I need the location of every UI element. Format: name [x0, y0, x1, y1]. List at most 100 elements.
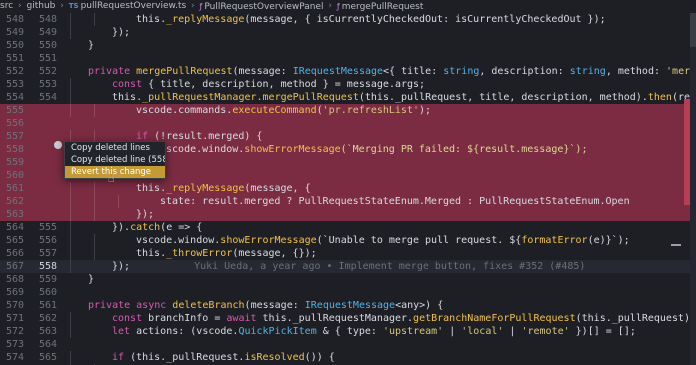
code-text: vscode.window.showErrorMessage(`Merging … [160, 143, 587, 156]
code-token: const [112, 313, 149, 324]
code-token: if [112, 352, 131, 363]
breadcrumb-github[interactable]: github [27, 0, 56, 13]
code-token: vscode.commands. [136, 105, 233, 116]
code-line[interactable]: 550 550} [0, 39, 696, 52]
vertical-scrollbar[interactable] [690, 13, 696, 365]
code-line[interactable]: 565 556 vscode.window.showErrorMessage(`Un… [0, 234, 696, 247]
code-token: (this._pullRequest. [130, 352, 245, 363]
copy-deleted-lines-item[interactable]: Copy deleted lines [65, 142, 165, 154]
breadcrumb-method[interactable]: ƒ mergePullRequest [337, 0, 423, 13]
line-number-new: 558 [38, 261, 57, 272]
indent-guide [70, 247, 71, 260]
indent-guide [70, 78, 71, 91]
code-editor[interactable]: 548 548 this._replyMessage(message, { isCu… [0, 13, 696, 365]
code-line[interactable]: 549 549}); [0, 26, 696, 39]
code-line[interactable]: 564 555}).catch(e => { [0, 221, 696, 234]
code-token: }); [136, 209, 155, 220]
code-line[interactable]: 548 548 this._replyMessage(message, { isCu… [0, 13, 696, 26]
line-number-new: 550 [38, 40, 57, 51]
code-text: this._replyMessage(message, { isCurrentl… [136, 13, 606, 26]
line-number-old: 552 [5, 66, 24, 77]
code-text: }).catch(e => { [112, 221, 202, 234]
code-line[interactable]: 567 558}); Yuki Ueda, a year ago • Impleme… [0, 260, 696, 273]
code-line[interactable]: 566 557 this._throwError(message, {}); [0, 247, 696, 260]
line-number-new: 564 [38, 339, 57, 350]
line-number-new: 557 [38, 248, 57, 259]
code-token: _replyMessage [166, 183, 245, 194]
indent-guide [70, 260, 71, 273]
code-token: IRequestMessage [304, 300, 396, 311]
lightbulb-icon[interactable] [54, 141, 62, 149]
copy-deleted-line-item[interactable]: Copy deleted line (558) [65, 154, 165, 166]
line-number-old: 572 [5, 326, 24, 337]
code-line[interactable]: 552 552 private mergePullRequest(message: … [0, 65, 696, 78]
line-number-old: 562 [5, 196, 24, 207]
line-number-new: 551 [38, 53, 57, 64]
indent-guide [70, 182, 71, 195]
code-token: formatError [521, 235, 588, 246]
breadcrumb-separator: › [191, 1, 195, 11]
indent-guide [94, 104, 95, 117]
line-number-old: 570 [5, 300, 24, 311]
revert-change-item[interactable]: Revert this change [65, 166, 165, 178]
line-number-old: 551 [5, 53, 24, 64]
indent-guide [70, 221, 71, 234]
line-number-old: 569 [5, 287, 24, 298]
indent-guide [70, 195, 71, 208]
code-text: }); [136, 208, 154, 221]
code-text: vscode.window.showErrorMessage(`Unable t… [136, 234, 630, 247]
code-token: executeCommand [232, 105, 317, 116]
code-token: catch [130, 222, 161, 233]
code-line[interactable]: 553 553 const { title, description, method… [0, 78, 696, 91]
code-line[interactable]: 571 562 const branchInfo = await this._pul… [0, 312, 696, 325]
breadcrumb-class[interactable]: ƒ PullRequestOverviewPanel [200, 0, 324, 13]
deleted-code-line[interactable]: 555 vscode.commands.executeCommand('pr.re… [0, 104, 696, 117]
deleted-code-line[interactable]: 563}); [0, 208, 696, 221]
code-line[interactable]: 573 564 [0, 338, 696, 351]
code-line[interactable]: 572 563 let actions: (vscode.QuickPickItem… [0, 325, 696, 338]
code-token: _pullRequestManager. [142, 92, 263, 103]
indent-guide [70, 13, 71, 26]
line-number-new: 560 [38, 287, 57, 298]
code-editor-window: src › github › TS pullRequestOverview.ts … [0, 0, 696, 365]
code-token: ()) { [304, 352, 335, 363]
indent-guide [70, 104, 71, 117]
line-number-new: 559 [38, 274, 57, 285]
code-text: }); [112, 26, 130, 39]
code-line[interactable]: 568 559} [0, 273, 696, 286]
code-text: if (this._pullRequest.isResolved()) { [112, 351, 335, 364]
code-line[interactable]: 569 560 [0, 286, 696, 299]
deleted-code-line[interactable]: 561 this._replyMessage(message, { [0, 182, 696, 195]
line-number-new: 553 [38, 79, 57, 90]
line-number-old: 566 [5, 248, 24, 259]
code-line[interactable]: 570 561 private async deleteBranch(message… [0, 299, 696, 312]
indent-guide [70, 91, 71, 104]
breadcrumb-separator: › [60, 1, 64, 11]
code-token: let [112, 326, 137, 337]
code-line[interactable]: 554 554 this._pullRequestManager.mergePull… [0, 91, 696, 104]
code-token: const [112, 79, 149, 90]
deleted-code-line[interactable]: 556 [0, 117, 696, 130]
code-token: deleteBranch [172, 300, 245, 311]
code-line[interactable]: 551 551 [0, 52, 696, 65]
diff-context-menu: Copy deleted lines Copy deleted line (55… [64, 141, 166, 179]
code-token: (message: [244, 300, 305, 311]
code-token: this. [136, 248, 167, 259]
line-number-old: 557 [5, 131, 24, 142]
method-icon: ƒ [336, 2, 340, 11]
scrollbar-thumb[interactable] [690, 13, 696, 47]
pointer-cursor-icon: ☝ [108, 172, 115, 185]
deleted-code-line[interactable]: 562 state: result.merged ? PullRequestSta… [0, 195, 696, 208]
breadcrumb-src[interactable]: src [0, 0, 13, 13]
breadcrumb-file[interactable]: TS pullRequestOverview.ts [69, 0, 186, 13]
line-number-old: 561 [5, 183, 24, 194]
code-token: (e)}`); [587, 235, 630, 246]
code-token: 'pr.refreshList' [322, 105, 419, 116]
code-text: vscode.commands.executeCommand('pr.refre… [136, 104, 431, 117]
line-number-old: 574 [5, 352, 24, 363]
code-line[interactable]: 574 565 if (this._pullRequest.isResolved()… [0, 351, 696, 364]
code-token: mergePullRequest [262, 92, 359, 103]
code-token: string [569, 66, 606, 77]
code-token: (this._pullRequest); [575, 313, 696, 324]
code-token: isResolved [244, 352, 305, 363]
